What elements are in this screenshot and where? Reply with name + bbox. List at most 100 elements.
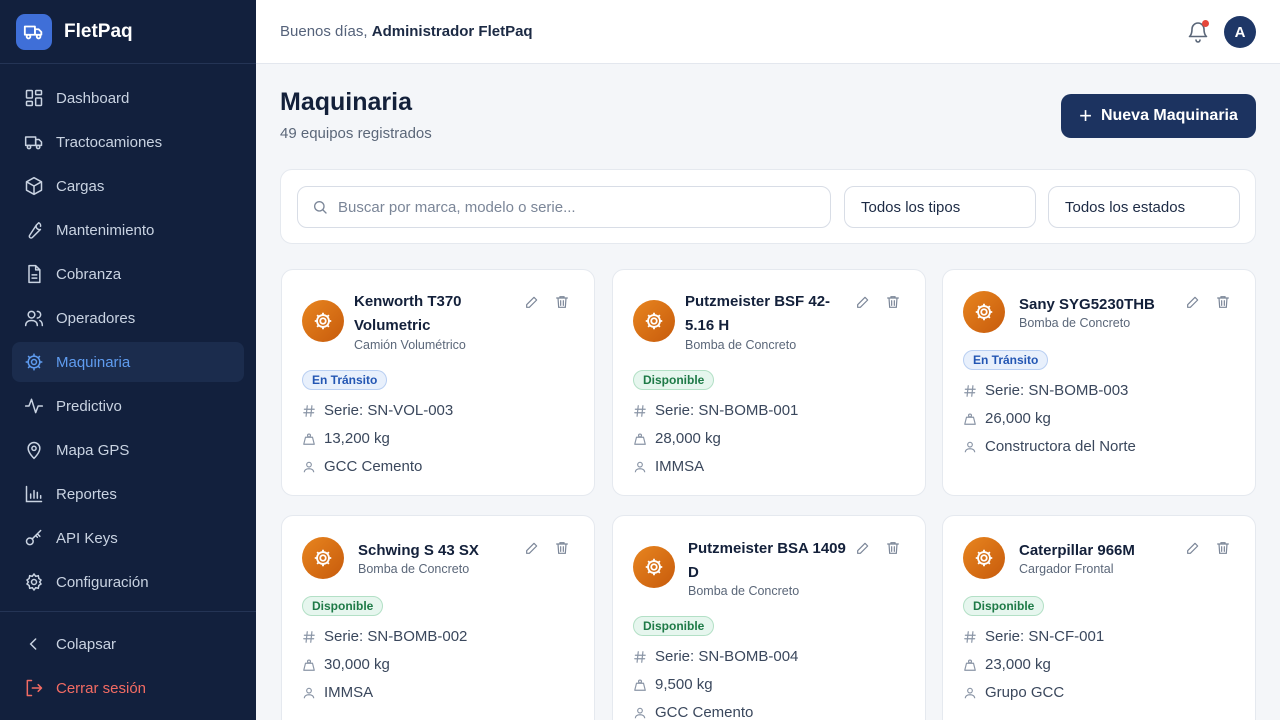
edit-icon[interactable] [855, 294, 871, 310]
client-text: IMMSA [655, 458, 705, 475]
machine-gear-icon [963, 291, 1005, 333]
sidebar-item-cobranza[interactable]: Cobranza [12, 254, 244, 294]
sidebar-item-api-keys[interactable]: API Keys [12, 518, 244, 558]
user-icon [303, 461, 315, 472]
trash-icon[interactable] [1215, 294, 1231, 310]
machine-card[interactable]: Putzmeister BSF 42- 5.16 H Bomba de Conc… [612, 269, 926, 496]
wrench-icon [28, 222, 42, 239]
sidebar-item-reportes[interactable]: Reportes [12, 474, 244, 514]
weight-text: 23,000 kg [985, 656, 1051, 673]
machine-type: Bomba de Concreto [1019, 316, 1131, 330]
search-input[interactable] [338, 198, 808, 216]
machine-title: Sany SYG5230THB [1019, 293, 1189, 317]
type-filter-value: Todos los tipos [861, 198, 961, 216]
serial-row: Serie: SN-BOMB-003 [963, 382, 1128, 399]
sidebar-item-label: API Keys [56, 529, 118, 547]
truck-icon [24, 136, 43, 150]
edit-icon[interactable] [1185, 540, 1201, 556]
sidebar-item-label: Reportes [56, 485, 117, 503]
sidebar-item-operadores[interactable]: Operadores [12, 298, 244, 338]
status-filter-value: Todos los estados [1065, 198, 1186, 216]
sidebar-item-predictivo[interactable]: Predictivo [12, 386, 244, 426]
machine-card[interactable]: Putzmeister BSA 1409 D Bomba de Concreto… [612, 515, 926, 720]
weight-icon [303, 432, 315, 445]
trash-icon[interactable] [885, 540, 901, 556]
machine-title: Caterpillar 966M [1019, 539, 1179, 563]
sidebar-item-dashboard[interactable]: Dashboard [12, 78, 244, 118]
serial-text: Serie: SN-BOMB-002 [324, 628, 468, 645]
weight-icon [964, 658, 976, 671]
weight-row: 23,000 kg [963, 656, 1051, 673]
machine-gear-icon [963, 537, 1005, 579]
serial-text: Serie: SN-BOMB-001 [655, 402, 799, 419]
machine-type: Bomba de Concreto [685, 338, 797, 352]
trash-icon[interactable] [554, 294, 570, 310]
machine-title-line: Schwing S 43 SX [358, 542, 479, 559]
topbar: Buenos días, Administrador FletPaq A [256, 0, 1280, 64]
serial-text: Serie: SN-BOMB-004 [655, 648, 799, 665]
sidebar-item-mapa-gps[interactable]: Mapa GPS [12, 430, 244, 470]
logout-button[interactable]: Cerrar sesión [12, 668, 244, 708]
search-box[interactable] [297, 186, 831, 228]
sidebar-item-label: Cargas [56, 177, 105, 195]
client-row: Grupo GCC [963, 684, 1064, 701]
weight-text: 30,000 kg [324, 656, 390, 673]
machine-title: Kenworth T370 Volumetric [354, 290, 514, 338]
greeting-text: Buenos días, [280, 23, 368, 40]
machine-card[interactable]: Caterpillar 966M Cargador Frontal Dispon… [942, 515, 1256, 720]
status-badge: En Tránsito [302, 370, 388, 390]
client-row: GCC Cemento [633, 704, 753, 720]
trash-icon[interactable] [554, 540, 570, 556]
serial-row: Serie: SN-CF-001 [963, 628, 1104, 645]
key-icon [25, 529, 42, 546]
serial-row: Serie: SN-VOL-003 [302, 402, 453, 419]
machine-card[interactable]: Schwing S 43 SX Bomba de Concreto Dispon… [281, 515, 595, 720]
edit-icon[interactable] [855, 540, 871, 556]
machine-title-line: Caterpillar 966M [1019, 542, 1135, 559]
avatar[interactable]: A [1224, 16, 1256, 48]
user-icon [964, 687, 976, 698]
machine-title-line: Volumetric [354, 317, 431, 334]
sidebar-item-mantenimiento[interactable]: Mantenimiento [12, 210, 244, 250]
weight-row: 30,000 kg [302, 656, 390, 673]
user-icon [303, 687, 315, 698]
grid-icon [25, 89, 43, 107]
edit-icon[interactable] [524, 540, 540, 556]
plus-icon: + [1079, 103, 1092, 128]
bar-chart-icon [25, 485, 43, 503]
machine-title-line: Putzmeister BSA 1409 [688, 540, 846, 557]
weight-row: 28,000 kg [633, 430, 721, 447]
sidebar-item-configuracion[interactable]: Configuración [12, 562, 244, 602]
client-text: Constructora del Norte [985, 438, 1136, 455]
filters-panel: Todos los tipos Todos los estados [280, 169, 1256, 244]
hash-icon [634, 650, 646, 663]
gear-icon [25, 353, 43, 371]
trash-icon[interactable] [885, 294, 901, 310]
sidebar-item-cargas[interactable]: Cargas [12, 166, 244, 206]
sidebar-item-label: Cobranza [56, 265, 122, 283]
collapse-button[interactable]: Colapsar [12, 624, 244, 664]
hash-icon [634, 404, 646, 417]
client-row: GCC Cemento [302, 458, 422, 475]
new-machine-button[interactable]: + Nueva Maquinaria [1061, 94, 1256, 138]
status-filter-select[interactable]: Todos los estados [1048, 186, 1240, 228]
machine-gear-icon [633, 546, 675, 588]
brand[interactable]: FletPaq [0, 0, 256, 64]
weight-icon [634, 432, 646, 445]
type-filter-select[interactable]: Todos los tipos [844, 186, 1036, 228]
weight-text: 13,200 kg [324, 430, 390, 447]
machine-card[interactable]: Sany SYG5230THB Bomba de Concreto En Trá… [942, 269, 1256, 496]
client-text: Grupo GCC [985, 684, 1065, 701]
sidebar-item-label: Predictivo [56, 397, 122, 415]
sidebar-item-maquinaria[interactable]: Maquinaria [12, 342, 244, 382]
sidebar-item-tractocamiones[interactable]: Tractocamiones [12, 122, 244, 162]
edit-icon[interactable] [1185, 294, 1201, 310]
trash-icon[interactable] [1215, 540, 1231, 556]
edit-icon[interactable] [524, 294, 540, 310]
settings-icon [25, 572, 43, 592]
weight-row: 9,500 kg [633, 676, 713, 693]
page-title: Maquinaria [280, 88, 412, 116]
machine-card[interactable]: Kenworth T370 Volumetric Camión Volumétr… [281, 269, 595, 496]
client-text: GCC Cemento [655, 704, 754, 720]
machine-title: Schwing S 43 SX [358, 539, 518, 563]
